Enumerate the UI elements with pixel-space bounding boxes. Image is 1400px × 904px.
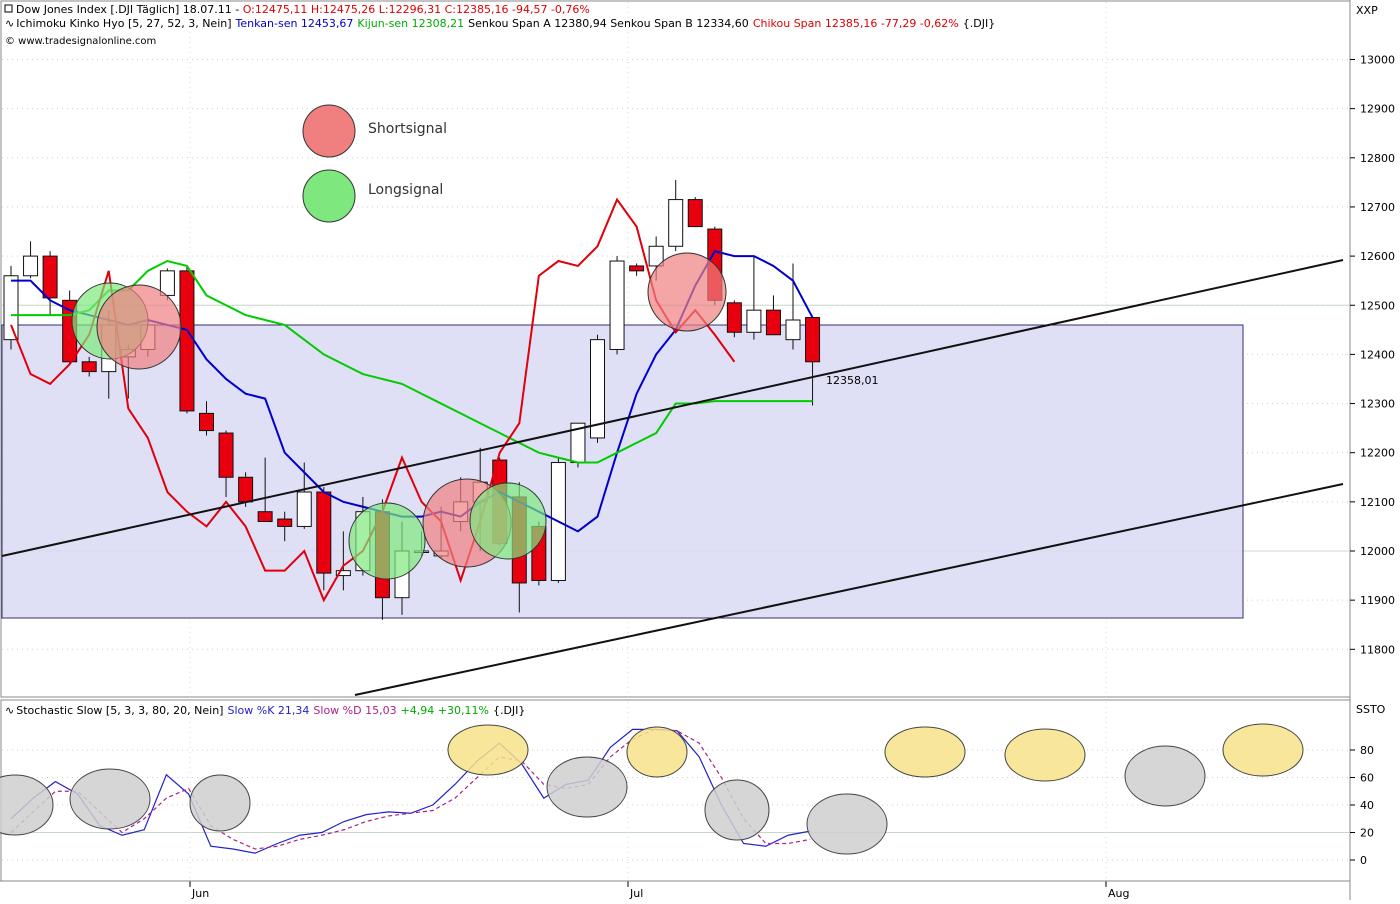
price-axis-label: 12400 bbox=[1360, 348, 1395, 361]
candle-body-down bbox=[805, 317, 821, 363]
wave-icon: ∿ bbox=[5, 704, 14, 717]
candle-body-down bbox=[81, 361, 97, 373]
long-signal-legend-icon bbox=[302, 169, 356, 223]
candle-body-down bbox=[726, 302, 742, 333]
candle-body-down bbox=[277, 518, 293, 527]
price-axis-label: 12000 bbox=[1360, 545, 1395, 558]
candle-body-up bbox=[785, 319, 801, 341]
time-axis-label: Jul bbox=[629, 887, 643, 900]
candle bbox=[550, 457, 566, 583]
main-axis-badge: XXP bbox=[1356, 4, 1378, 17]
candle-body-up bbox=[609, 260, 625, 350]
gray-stochastic-ellipse bbox=[189, 774, 251, 832]
stochastic-axis-label: 0 bbox=[1360, 854, 1367, 867]
price-axis-label: 13000 bbox=[1360, 54, 1395, 67]
candle-body-down bbox=[179, 270, 195, 412]
candle-body-down bbox=[238, 476, 254, 503]
candle-body-down bbox=[316, 491, 332, 574]
candle-body-up bbox=[3, 275, 19, 341]
price-axis-label: 11900 bbox=[1360, 594, 1395, 607]
price-axis-label: 12200 bbox=[1360, 447, 1395, 460]
candle-body-down bbox=[218, 432, 234, 478]
candle-body-down bbox=[687, 199, 703, 228]
stochastic-header: ∿ Stochastic Slow [5, 3, 3, 80, 20, Nein]… bbox=[5, 704, 525, 717]
gray-stochastic-ellipse bbox=[806, 793, 888, 855]
candle-body-up bbox=[296, 491, 312, 527]
yellow-stochastic-ellipse bbox=[884, 726, 966, 778]
short-signal-circle bbox=[96, 284, 182, 370]
chart-stage: 11800 11900 12000 12100 12200 12300 12400 12500… bbox=[0, 0, 1400, 900]
yellow-stochastic-ellipse bbox=[447, 724, 529, 776]
stochastic-axis-label: 40 bbox=[1360, 799, 1374, 812]
gray-stochastic-ellipse bbox=[704, 779, 770, 841]
gray-stochastic-ellipse bbox=[546, 756, 628, 818]
yellow-stochastic-ellipse bbox=[1222, 723, 1304, 777]
stochastic-axis-label: 80 bbox=[1360, 744, 1374, 757]
candle-body-down bbox=[765, 309, 781, 336]
price-axis-label: 12900 bbox=[1360, 103, 1395, 116]
wave-icon: ∿ bbox=[5, 17, 14, 30]
short-signal-legend-icon bbox=[302, 104, 356, 158]
long-signal-circle bbox=[348, 502, 426, 580]
short-signal-label: Shortsignal bbox=[368, 121, 447, 137]
short-signal-circle bbox=[647, 252, 727, 332]
last-price-label: 12358,01 bbox=[826, 374, 879, 387]
copyright-text: © www.tradesignalonline.com bbox=[5, 36, 156, 47]
gray-stochastic-ellipse bbox=[1124, 745, 1206, 807]
svg-text:∿Stochastic Slow [5, 3, 3, 80,: ∿ Stochastic Slow [5, 3, 3, 80, 20, Nein]… bbox=[5, 704, 525, 717]
stochastic-axis-label: 60 bbox=[1360, 772, 1374, 785]
candle-body-down bbox=[257, 511, 273, 523]
stochastic-axis-label: 20 bbox=[1360, 827, 1374, 840]
ichimoku-legend: ∿ Ichimoku Kinko Hyo [5, 27, 52, 3, Nein]… bbox=[5, 17, 995, 30]
yellow-stochastic-ellipse bbox=[1004, 728, 1086, 782]
candle bbox=[609, 256, 625, 355]
stochastic-axis-badge: SSTO bbox=[1356, 703, 1386, 716]
price-axis-label: 12800 bbox=[1360, 152, 1395, 165]
svg-text:Dow Jones Index [.DJI Täglich: Dow Jones Index [.DJI Täglich] 18.07.11 … bbox=[16, 3, 590, 16]
candle bbox=[726, 300, 742, 338]
candle-body-up bbox=[668, 199, 684, 247]
price-axis-label: 12700 bbox=[1360, 201, 1395, 214]
price-axis-label: 11800 bbox=[1360, 643, 1395, 656]
candle-body-up bbox=[23, 255, 39, 277]
candle-body-down bbox=[42, 255, 58, 299]
price-axis-label: 12100 bbox=[1360, 496, 1395, 509]
price-axis-label: 12500 bbox=[1360, 299, 1395, 312]
long-signal-circle bbox=[469, 482, 547, 560]
candle-body-down bbox=[199, 412, 214, 432]
candle-body-up bbox=[746, 309, 762, 333]
long-signal-label: Longsignal bbox=[368, 182, 443, 198]
candle bbox=[179, 265, 195, 414]
time-axis-label: Jun bbox=[191, 887, 209, 900]
candle bbox=[687, 197, 703, 228]
gray-stochastic-ellipse bbox=[69, 768, 151, 830]
candle-body-down bbox=[629, 265, 645, 272]
chart-svg: 11800 11900 12000 12100 12200 12300 12400 12500… bbox=[0, 0, 1400, 900]
time-axis-label: Aug bbox=[1108, 887, 1129, 900]
price-axis-label: 12300 bbox=[1360, 398, 1395, 411]
price-axis-label: 12600 bbox=[1360, 250, 1395, 263]
yellow-stochastic-ellipse bbox=[626, 726, 688, 778]
